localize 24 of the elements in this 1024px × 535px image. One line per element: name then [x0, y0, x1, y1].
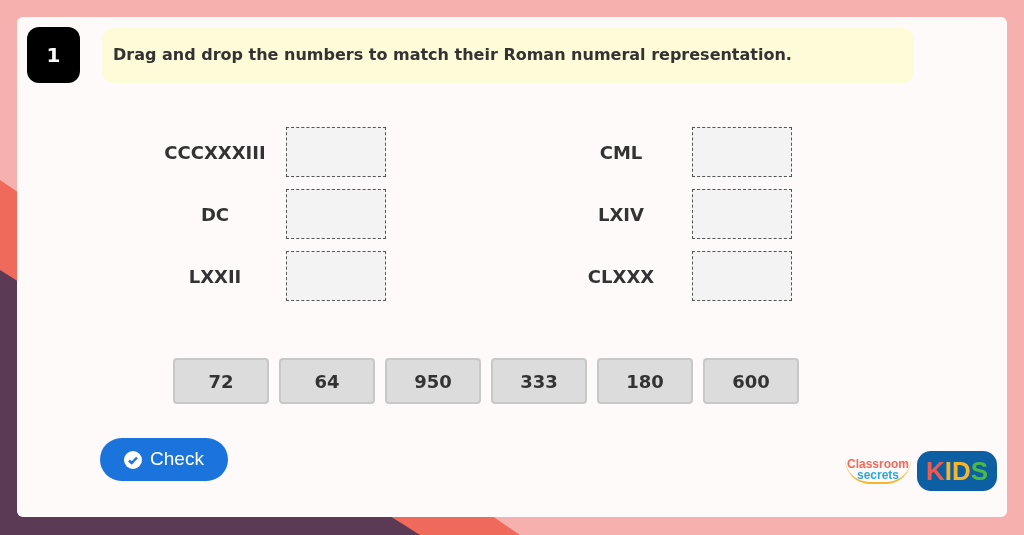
roman-numeral: LXXII [187, 264, 243, 289]
drop-zone[interactable] [692, 251, 792, 301]
kids-logo: KIDS [917, 451, 997, 491]
drop-zone[interactable] [692, 127, 792, 177]
number-tile[interactable]: 333 [491, 358, 587, 404]
number-tile[interactable]: 180 [597, 358, 693, 404]
roman-numeral: CML [598, 140, 644, 165]
instruction-text: Drag and drop the numbers to match their Roman numeral representation. [102, 27, 914, 83]
number-tile[interactable]: 72 [173, 358, 269, 404]
question-number: 1 [27, 27, 80, 83]
number-tile[interactable]: 600 [703, 358, 799, 404]
number-tile[interactable]: 950 [385, 358, 481, 404]
check-circle-icon [124, 450, 143, 469]
drop-zone[interactable] [286, 127, 386, 177]
brand-logo: Classroom secrets [844, 458, 911, 484]
roman-numeral: CLXXX [586, 264, 656, 289]
roman-numeral: LXIV [597, 202, 645, 227]
number-tile[interactable]: 64 [279, 358, 375, 404]
roman-numeral: CCCXXXIII [163, 140, 267, 165]
drop-zone[interactable] [692, 189, 792, 239]
drop-zone[interactable] [286, 251, 386, 301]
roman-numeral: DC [199, 202, 231, 227]
check-button[interactable]: Check [100, 438, 228, 481]
drop-zone[interactable] [286, 189, 386, 239]
